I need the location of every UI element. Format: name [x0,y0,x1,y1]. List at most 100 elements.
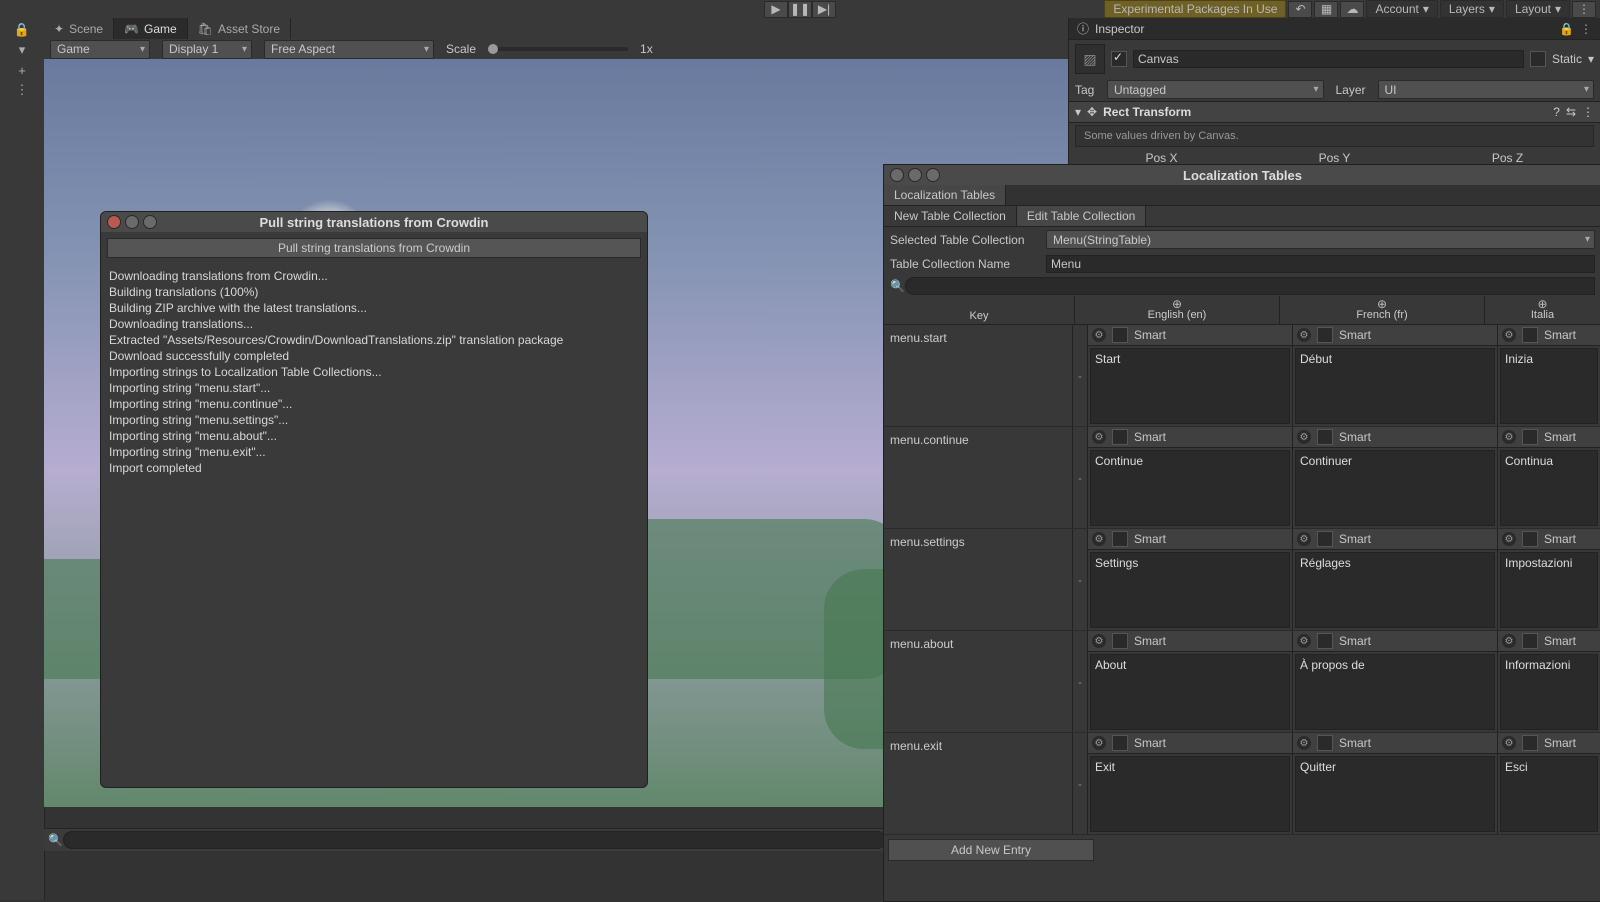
translation-input[interactable]: Début [1295,348,1495,424]
smart-checkbox[interactable] [1522,327,1538,343]
gear-icon[interactable]: ⚙ [1502,328,1516,342]
smart-checkbox[interactable] [1112,429,1128,445]
smart-label: Smart [1134,634,1166,648]
gear-icon[interactable]: ⚙ [1092,328,1106,342]
tag-dropdown[interactable]: Untagged [1107,80,1324,99]
translation-input[interactable]: Settings [1090,552,1290,628]
translation-input[interactable]: Inizia [1500,348,1598,424]
key-cell[interactable]: menu.start [884,325,1073,426]
gear-icon[interactable]: ⚙ [1297,532,1311,546]
reorder-handle[interactable]: - [1073,325,1088,426]
reorder-handle[interactable]: - [1073,733,1088,834]
gear-icon[interactable]: ⚙ [1092,532,1106,546]
kebab-icon[interactable]: ⋮ [10,82,34,98]
translation-input[interactable]: Impostazioni [1500,552,1598,628]
smart-checkbox[interactable] [1522,735,1538,751]
gear-icon[interactable]: ⚙ [1297,736,1311,750]
translation-input[interactable]: Start [1090,348,1290,424]
smart-checkbox[interactable] [1317,327,1333,343]
key-cell[interactable]: menu.settings [884,529,1073,630]
game-mode-dropdown[interactable]: Game [50,40,150,59]
window-titlebar[interactable]: Localization Tables [884,165,1600,185]
tab-edit-table-collection[interactable]: Edit Table Collection [1017,206,1147,226]
tab-game[interactable]: 🎮Game [114,18,188,39]
inspector-tab[interactable]: ⓘ Inspector 🔒 ⋮ [1069,18,1600,40]
active-checkbox[interactable] [1111,51,1127,67]
gameobject-name-input[interactable]: Canvas [1133,50,1524,68]
table-search-input[interactable] [905,277,1595,295]
gear-icon[interactable]: ⚙ [1092,634,1106,648]
cell-toolbar: ⚙ Smart [1293,733,1497,754]
translation-input[interactable]: Continuer [1295,450,1495,526]
aspect-dropdown[interactable]: Free Aspect [264,40,434,59]
key-cell[interactable]: menu.continue [884,427,1073,528]
gear-icon[interactable]: ⚙ [1297,430,1311,444]
gear-icon[interactable]: ⚙ [1502,430,1516,444]
key-cell[interactable]: menu.about [884,631,1073,732]
layer-dropdown[interactable]: UI [1378,80,1595,99]
gear-icon[interactable]: ⚙ [1502,634,1516,648]
log-output: Downloading translations from Crowdin...… [101,264,647,480]
gameobject-icon[interactable]: ▨ [1075,44,1105,74]
dropdown-icon[interactable]: ▾ [10,42,34,58]
add-new-entry-button[interactable]: Add New Entry [888,839,1094,861]
reorder-handle[interactable]: - [1073,529,1088,630]
tab-new-table-collection[interactable]: New Table Collection [884,206,1017,226]
smart-checkbox[interactable] [1522,531,1538,547]
key-cell[interactable]: menu.exit [884,733,1073,834]
smart-checkbox[interactable] [1317,429,1333,445]
display-dropdown[interactable]: Display 1 [162,40,252,59]
translation-input[interactable]: Quitter [1295,756,1495,832]
plus-icon[interactable]: + [10,62,34,78]
translation-input[interactable]: Réglages [1295,552,1495,628]
gear-icon[interactable]: ⚙ [1297,328,1311,342]
reorder-handle[interactable]: - [1073,427,1088,528]
gear-icon[interactable]: ⚙ [1502,736,1516,750]
tab-scene[interactable]: ✦Scene [44,18,114,39]
smart-checkbox[interactable] [1317,633,1333,649]
table-body: menu.start-⚙SmartStart⚙SmartDébut⚙SmartI… [884,325,1600,835]
smart-checkbox[interactable] [1317,531,1333,547]
smart-checkbox[interactable] [1317,735,1333,751]
scale-slider[interactable] [488,47,628,51]
gear-icon[interactable]: ⚙ [1092,736,1106,750]
smart-checkbox[interactable] [1522,633,1538,649]
tab-asset-store[interactable]: 🛍Asset Store [188,18,291,39]
rect-transform-header[interactable]: ▾ ✥ Rect Transform ? ⇆ ⋮ [1069,101,1600,123]
gear-icon[interactable]: ⚙ [1502,532,1516,546]
tab-localization-tables[interactable]: Localization Tables [884,185,1006,205]
kebab-icon[interactable]: ⋮ [1582,105,1594,119]
translation-input[interactable]: Exit [1090,756,1290,832]
help-icon[interactable]: ? [1553,105,1560,119]
static-checkbox[interactable] [1530,51,1546,67]
translation-input[interactable]: À propos de [1295,654,1495,730]
gear-icon[interactable]: ⚙ [1297,634,1311,648]
window-titlebar[interactable]: Pull string translations from Crowdin [101,212,647,232]
lock-icon[interactable]: 🔒 [1559,22,1574,36]
smart-checkbox[interactable] [1522,429,1538,445]
smart-checkbox[interactable] [1112,327,1128,343]
smart-checkbox[interactable] [1112,633,1128,649]
smart-checkbox[interactable] [1112,735,1128,751]
translation-input[interactable]: Esci [1500,756,1598,832]
gear-icon[interactable]: ⚙ [1092,430,1106,444]
play-button[interactable]: ▶ [764,1,788,18]
translation-input[interactable]: About [1090,654,1290,730]
selected-collection-dropdown[interactable]: Menu(StringTable) [1046,230,1595,249]
pause-button[interactable]: ❚❚ [788,1,812,18]
chevron-down-icon[interactable]: ▾ [1588,52,1594,66]
rect-icon: ✥ [1087,105,1097,119]
smart-checkbox[interactable] [1112,531,1128,547]
lock-icon[interactable]: 🔒 [10,22,34,38]
project-search-input[interactable] [63,831,886,849]
smart-label: Smart [1339,736,1371,750]
preset-icon[interactable]: ⇆ [1566,105,1576,119]
step-button[interactable]: ▶| [812,1,836,18]
left-gutter: 🔒 ▾ + ⋮ [0,18,45,900]
reorder-handle[interactable]: - [1073,631,1088,732]
translation-input[interactable]: Continua [1500,450,1598,526]
translation-input[interactable]: Informazioni [1500,654,1598,730]
collection-name-input[interactable]: Menu [1046,255,1595,273]
kebab-icon[interactable]: ⋮ [1580,22,1592,36]
translation-input[interactable]: Continue [1090,450,1290,526]
